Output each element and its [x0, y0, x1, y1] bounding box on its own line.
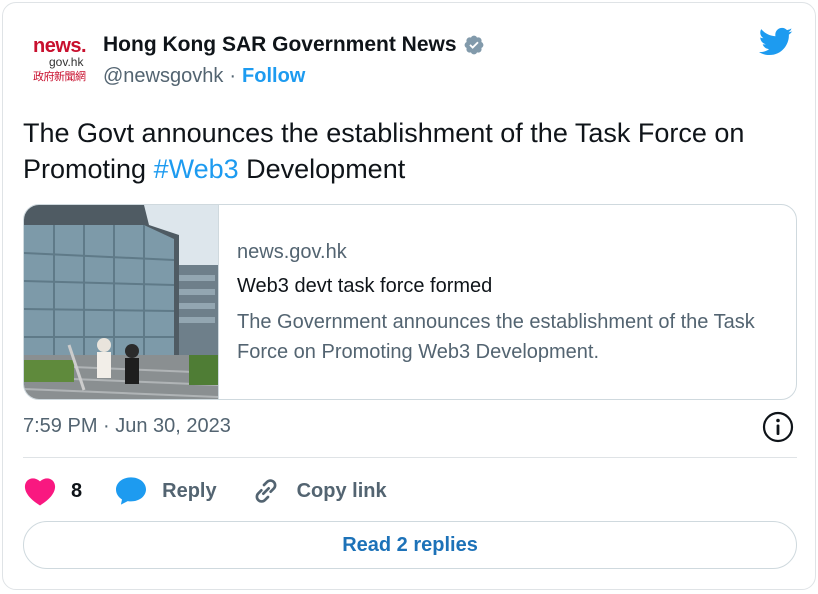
avatar-text-line3: 政府新聞網 [33, 71, 86, 83]
action-bar: 8 Reply Copy link [23, 473, 419, 509]
link-icon [255, 479, 277, 503]
tweet-timestamp[interactable]: 7:59 PM · Jun 30, 2023 [23, 415, 231, 438]
card-title: Web3 devt task force formed [237, 275, 493, 297]
author-name[interactable]: Hong Kong SAR Government News [103, 33, 457, 57]
divider [23, 457, 797, 458]
hashtag-link[interactable]: #Web3 [154, 154, 239, 184]
twitter-bird-icon[interactable] [759, 27, 793, 57]
tweet-text: The Govt announces the establishment of … [23, 115, 793, 187]
like-count: 8 [71, 479, 83, 502]
info-icon[interactable] [761, 410, 795, 444]
separator: · [229, 65, 237, 87]
link-preview-card[interactable]: news.gov.hk Web3 devt task force formed … [23, 204, 797, 400]
card-body: news.gov.hk Web3 devt task force formed … [219, 205, 796, 399]
card-thumbnail [24, 205, 219, 399]
like-button[interactable]: 8 [23, 476, 82, 506]
card-description: The Government announces the establishme… [237, 311, 755, 363]
handle-row: @newsgovhk · Follow [103, 65, 305, 88]
verified-badge-icon [464, 35, 483, 55]
reply-button[interactable]: Reply [114, 476, 217, 506]
copy-link-label: Copy link [296, 479, 387, 502]
author-name-row: Hong Kong SAR Government News [103, 33, 485, 57]
tweet-card: news. gov.hk 政府新聞網 Hong Kong SAR Governm… [2, 2, 816, 590]
copy-link-button[interactable]: Copy link [249, 475, 387, 507]
heart-icon [24, 478, 56, 506]
avatar-text-line2: gov.hk [49, 55, 84, 69]
read-replies-button[interactable]: Read 2 replies [23, 521, 797, 569]
speech-bubble-icon [116, 477, 147, 505]
card-domain: news.gov.hk [237, 241, 347, 263]
avatar[interactable]: news. gov.hk 政府新聞網 [23, 23, 97, 93]
reply-label: Reply [162, 479, 217, 502]
follow-button[interactable]: Follow [242, 65, 305, 88]
author-handle[interactable]: @newsgovhk [103, 65, 223, 88]
building-photo [24, 205, 218, 399]
tweet-text-after: Development [238, 154, 406, 184]
